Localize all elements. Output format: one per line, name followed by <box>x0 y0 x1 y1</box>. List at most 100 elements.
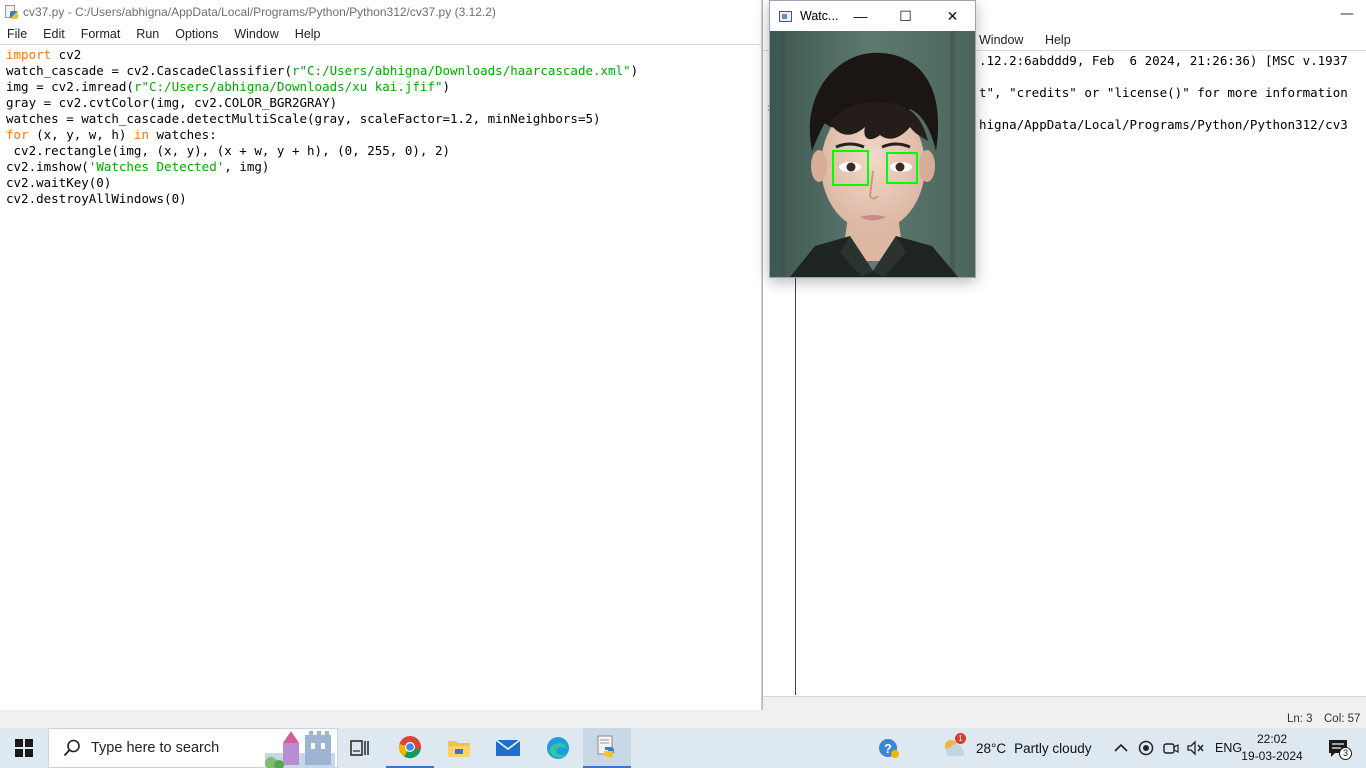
code-token: ) <box>630 63 639 78</box>
code-token: watches = watch_cascade.detectMultiScale… <box>6 111 601 126</box>
code-token: , img) <box>224 159 270 174</box>
code-token: cv2.imshow( <box>6 159 89 174</box>
code-editor-area[interactable]: import cv2 watch_cascade = cv2.CascadeCla… <box>0 44 762 708</box>
edge-taskbar-button[interactable] <box>534 728 582 768</box>
code-line: watches = watch_cascade.detectMultiScale… <box>6 111 638 127</box>
shell-menu-window[interactable]: Window <box>979 33 1023 47</box>
image-window-titlebar[interactable]: Watc... — ☐ ✕ <box>770 1 975 31</box>
code-token: cv2 <box>51 47 82 62</box>
svg-text:?: ? <box>884 741 892 756</box>
code-line: watch_cascade = cv2.CascadeClassifier(r"… <box>6 63 638 79</box>
window-app-icon <box>779 10 792 22</box>
taskbar-clock[interactable]: 22:02 19-03-2024 <box>1241 731 1303 765</box>
speaker-muted-icon[interactable] <box>1187 740 1205 756</box>
menu-file[interactable]: File <box>7 27 27 41</box>
code-token: gray = cv2.cvtColor(img, cv2.COLOR_BGR2G… <box>6 95 338 110</box>
search-icon <box>63 739 80 757</box>
code-token: watch_cascade = cv2.CascadeClassifier( <box>6 63 292 78</box>
shell-menubar: Window Help <box>979 33 1089 47</box>
detection-box-right-eye <box>886 152 918 184</box>
system-tray: ENG <box>1114 728 1242 768</box>
shell-minimize-button[interactable]: — <box>1340 6 1354 22</box>
portrait-photo <box>770 31 975 277</box>
code-keyword: in <box>133 127 149 142</box>
task-view-icon <box>350 740 369 756</box>
edge-icon <box>547 737 569 759</box>
code-token: cv2.rectangle(img, (x, y), (x + w, y + h… <box>6 143 451 158</box>
file-explorer-taskbar-button[interactable] <box>435 728 483 768</box>
help-tray-button[interactable]: ? <box>865 728 913 768</box>
start-button[interactable] <box>0 728 48 768</box>
editor-titlebar: cv37.py - C:/Users/abhigna/AppData/Local… <box>0 0 761 24</box>
menu-window[interactable]: Window <box>234 27 278 41</box>
chevron-up-icon[interactable] <box>1114 743 1128 753</box>
code-line: cv2.rectangle(img, (x, y), (x + w, y + h… <box>6 143 638 159</box>
code-line: for (x, y, w, h) in watches: <box>6 127 638 143</box>
task-view-button[interactable] <box>336 728 384 768</box>
weather-description: Partly cloudy <box>1014 740 1092 756</box>
code-keyword: for <box>6 127 29 142</box>
editor-title: cv37.py - C:/Users/abhigna/AppData/Local… <box>23 5 496 19</box>
code-line: cv2.destroyAllWindows(0) <box>6 191 638 207</box>
camera-icon[interactable] <box>1163 740 1179 756</box>
status-column: Col: 57 <box>1324 713 1361 725</box>
clock-time: 22:02 <box>1256 732 1288 746</box>
desktop: cv37.py - C:/Users/abhigna/AppData/Local… <box>0 0 1366 768</box>
idle-editor-window: cv37.py - C:/Users/abhigna/AppData/Local… <box>0 0 762 710</box>
shell-menu-help[interactable]: Help <box>1045 33 1071 47</box>
shell-line: t", "credits" or "license()" for more in… <box>979 85 1348 100</box>
code-text[interactable]: import cv2 watch_cascade = cv2.CascadeCla… <box>6 47 638 207</box>
search-placeholder: Type here to search <box>91 740 220 756</box>
shell-text: .12.2:6abddd9, Feb 6 2024, 21:26:36) [MS… <box>979 53 1348 133</box>
code-string: 'Watches Detected' <box>88 159 225 174</box>
menu-format[interactable]: Format <box>81 27 121 41</box>
shell-line: higna/AppData/Local/Programs/Python/Pyth… <box>979 117 1348 132</box>
close-button[interactable]: ✕ <box>930 1 975 31</box>
taskbar-search-box[interactable]: Type here to search <box>48 728 338 768</box>
mail-icon <box>495 739 521 756</box>
menu-help[interactable]: Help <box>295 27 321 41</box>
python-file-icon <box>4 5 18 19</box>
code-token: (x, y, w, h) <box>28 127 134 142</box>
python-idle-icon <box>597 735 614 757</box>
shell-line: .12.2:6abddd9, Feb 6 2024, 21:26:36) [MS… <box>979 53 1348 68</box>
mail-taskbar-button[interactable] <box>484 728 532 768</box>
code-token: cv2.waitKey(0) <box>6 175 112 190</box>
image-window-title: Watc... <box>800 9 839 23</box>
code-string: r"C:/Users/abhigna/Downloads/haarcascade… <box>291 63 631 78</box>
folder-icon <box>448 741 470 757</box>
detected-face-image <box>770 31 975 277</box>
notification-center-button[interactable]: 3 <box>1310 728 1366 768</box>
chrome-taskbar-button[interactable] <box>386 728 434 768</box>
taskbar: Type here to search ? 1 28°C Partly clou… <box>0 728 1366 768</box>
weather-temperature: 28°C <box>976 740 1007 756</box>
code-token: ) <box>442 79 451 94</box>
code-keyword: import <box>6 47 52 62</box>
opencv-image-window: Watc... — ☐ ✕ <box>769 0 976 278</box>
code-token: img = cv2.imread( <box>6 79 134 94</box>
notification-count-badge: 3 <box>1339 747 1352 760</box>
code-line: gray = cv2.cvtColor(img, cv2.COLOR_BGR2G… <box>6 95 638 111</box>
code-line: cv2.imshow('Watches Detected', img) <box>6 159 638 175</box>
chrome-icon <box>398 736 421 759</box>
menu-options[interactable]: Options <box>175 27 218 41</box>
language-indicator[interactable]: ENG <box>1215 741 1242 755</box>
notification-icon: 3 <box>1327 737 1352 760</box>
menu-edit[interactable]: Edit <box>43 27 65 41</box>
maximize-button[interactable]: ☐ <box>883 1 928 31</box>
location-record-icon[interactable] <box>1138 740 1154 756</box>
code-line: cv2.waitKey(0) <box>6 175 638 191</box>
editor-menubar: File Edit Format Run Options Window Help <box>0 24 761 44</box>
weather-widget[interactable]: 1 28°C Partly cloudy <box>942 728 1091 768</box>
weather-alert-badge: 1 <box>955 733 966 744</box>
windows-logo-icon <box>15 739 33 757</box>
get-help-icon: ? <box>879 739 899 758</box>
code-line: import cv2 <box>6 47 638 63</box>
code-token: watches: <box>149 127 217 142</box>
minimize-button[interactable]: — <box>838 1 883 31</box>
python-idle-taskbar-button[interactable] <box>583 728 631 768</box>
status-line: Ln: 3 <box>1287 713 1313 725</box>
menu-run[interactable]: Run <box>136 27 159 41</box>
